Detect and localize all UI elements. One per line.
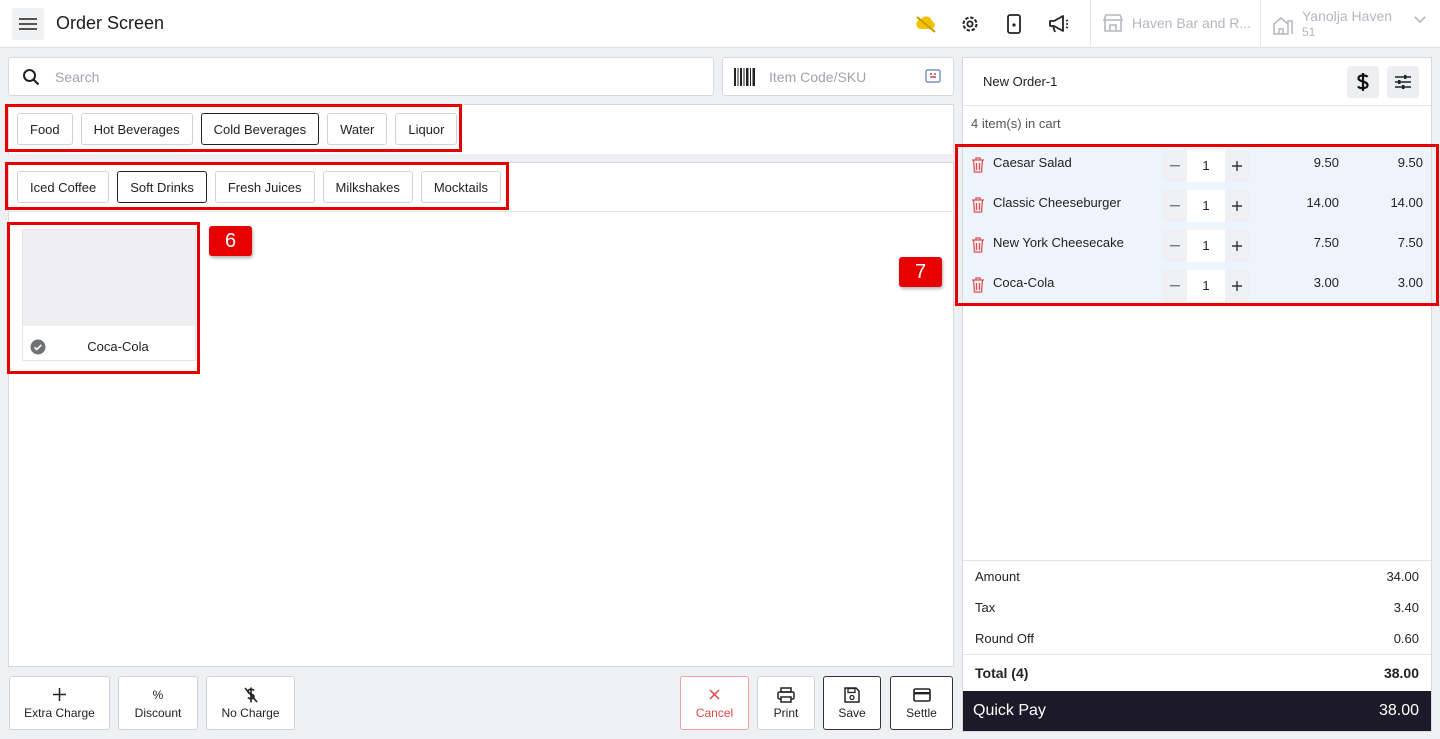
divider (963, 105, 1431, 106)
card-icon (912, 687, 931, 702)
page-title: Order Screen (56, 13, 165, 33)
order-name[interactable]: New Order-1 (983, 74, 1057, 89)
tax-label: Tax (975, 600, 996, 615)
print-label: Print (773, 706, 799, 720)
outlet-name: Haven Bar and R... (1132, 15, 1252, 31)
cancel-button[interactable]: Cancel (680, 676, 749, 730)
search-icon (23, 69, 40, 86)
separator (1090, 0, 1091, 48)
weather-icon (916, 16, 936, 33)
sliders-icon (1395, 75, 1411, 89)
weather-button[interactable] (914, 12, 938, 36)
quick-pay-amount: 38.00 (1378, 702, 1419, 719)
round-off-label: Round Off (975, 631, 1035, 646)
floppy-icon (844, 686, 860, 703)
tax-row: Tax 3.40 (975, 600, 1419, 615)
discount-label: Discount (134, 706, 182, 720)
extra-charge-button[interactable]: Extra Charge (9, 676, 110, 730)
quick-pay-button[interactable]: Quick Pay 38.00 (963, 691, 1431, 731)
total-label: Total (4) (975, 665, 1029, 681)
building-icon (1273, 17, 1293, 35)
tablet-icon (1007, 14, 1021, 34)
plus-icon (53, 688, 66, 701)
round-off-value: 0.60 (1393, 631, 1419, 646)
percent-icon: % (152, 687, 164, 702)
save-label: Save (838, 706, 866, 720)
currency-button[interactable] (1347, 66, 1379, 98)
highlight-box (5, 162, 509, 210)
amount-label: Amount (975, 569, 1020, 584)
amount-value: 34.00 (1386, 569, 1419, 584)
announcements-button[interactable] (1046, 12, 1070, 36)
menu-icon (19, 18, 37, 30)
property-selector[interactable]: Yanolja Haven 51 (1272, 8, 1392, 40)
settle-button[interactable]: Settle (890, 676, 953, 730)
sku-input[interactable] (769, 66, 919, 88)
order-options-button[interactable] (1387, 66, 1419, 98)
megaphone-icon (1049, 15, 1069, 33)
amount-row: Amount 34.00 (975, 569, 1419, 584)
close-icon (709, 689, 720, 700)
settings-icon (962, 16, 978, 32)
separator (1260, 0, 1261, 48)
chevron-down-icon[interactable] (1414, 16, 1426, 24)
no-charge-icon (243, 686, 258, 703)
search-bar (8, 57, 714, 96)
cart-count: 4 item(s) in cart (971, 116, 1061, 131)
tax-value: 3.40 (1393, 600, 1419, 615)
no-charge-label: No Charge (221, 706, 280, 720)
barcode-icon (734, 68, 755, 86)
discount-button[interactable]: % Discount (118, 676, 198, 730)
divider (963, 654, 1431, 655)
no-charge-button[interactable]: No Charge (206, 676, 295, 730)
round-off-row: Round Off 0.60 (975, 631, 1419, 646)
divider (963, 560, 1431, 561)
highlight-box (5, 104, 462, 152)
annotation-badge: 6 (209, 226, 252, 256)
print-button[interactable]: Print (757, 676, 815, 730)
search-input[interactable] (55, 66, 695, 88)
printer-icon (777, 686, 795, 703)
save-button[interactable]: Save (823, 676, 881, 730)
device-button[interactable] (1002, 12, 1026, 36)
dollar-icon (1357, 73, 1369, 91)
highlight-box (7, 222, 200, 374)
settings-button[interactable] (958, 12, 982, 36)
cancel-label: Cancel (695, 706, 734, 720)
highlight-box (955, 144, 1439, 306)
menu-button[interactable] (12, 8, 44, 40)
sku-bar (722, 57, 954, 96)
property-name: Yanolja Haven (1302, 8, 1393, 24)
total-row: Total (4) 38.00 (975, 665, 1419, 681)
settle-label: Settle (906, 706, 937, 720)
keyboard-icon[interactable] (925, 69, 941, 83)
extra-charge-label: Extra Charge (24, 706, 95, 720)
outlet-selector[interactable]: Haven Bar and R... (1102, 13, 1251, 33)
total-value: 38.00 (1383, 665, 1419, 681)
annotation-badge: 7 (899, 257, 942, 287)
property-id: 51 (1302, 25, 1316, 39)
top-bar: Order Screen Haven Bar and R... Yanolja … (0, 0, 1440, 48)
store-icon (1102, 14, 1124, 32)
quick-pay-label: Quick Pay (973, 702, 1046, 719)
